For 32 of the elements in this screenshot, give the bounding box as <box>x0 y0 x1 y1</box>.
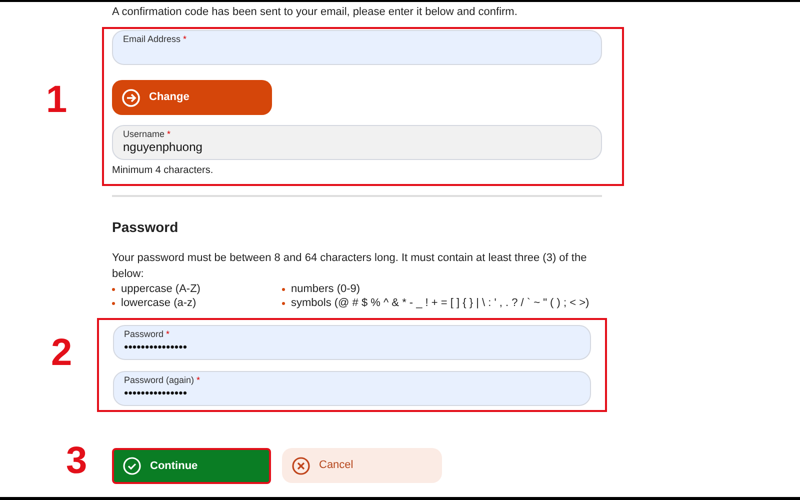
field-value: nguyenphuong <box>123 140 204 155</box>
rule-text: uppercase (A-Z) <box>121 282 200 296</box>
close-circle-icon <box>292 456 310 474</box>
cancel-button[interactable]: Cancel <box>282 448 442 483</box>
bullet-icon <box>112 288 115 290</box>
rule-text: symbols (@ # $ % ^ & * - _ ! + = [ ] { } | \ : ' , . ? / ` ~ " ( ) ; < >) <box>291 296 590 310</box>
description-text: Your password must be between 8 and 64 characters long. It must contain at least three (3) of the below: <box>112 251 588 282</box>
input-field[interactable]: Password (again) * ••••••••••••••• <box>113 371 591 406</box>
bullet-icon <box>112 302 115 304</box>
change-button[interactable]: Change <box>112 80 272 115</box>
check-circle-icon <box>123 457 141 475</box>
input-field[interactable]: Username * nguyenphuong <box>112 125 602 160</box>
field-label: Email Address * <box>123 34 188 45</box>
field-label: Username * <box>123 129 172 140</box>
input-field[interactable]: Email Address * <box>112 30 602 65</box>
field-label: Password (again) * <box>124 375 202 386</box>
annotation-number: 2 <box>51 334 72 372</box>
annotation-number: 1 <box>46 81 68 119</box>
field-label: Password * <box>124 329 171 340</box>
rule-text: numbers (0-9) <box>291 282 360 296</box>
intro-text: A confirmation code has been sent to your email, please enter it below and confirm. <box>112 5 518 19</box>
hint-text: Minimum 4 characters. <box>112 164 214 178</box>
arrow-right-circle-icon <box>122 88 140 106</box>
field-value: ••••••••••••••• <box>124 340 188 355</box>
annotation-number: 3 <box>66 442 88 480</box>
bullet-icon <box>282 288 285 290</box>
field-value: ••••••••••••••• <box>124 386 188 401</box>
rule-text: lowercase (a-z) <box>121 296 196 310</box>
input-field[interactable]: Password * ••••••••••••••• <box>113 325 591 360</box>
continue-button[interactable]: Continue <box>112 448 271 484</box>
section-heading: Password <box>112 218 180 237</box>
bullet-icon <box>282 302 285 304</box>
